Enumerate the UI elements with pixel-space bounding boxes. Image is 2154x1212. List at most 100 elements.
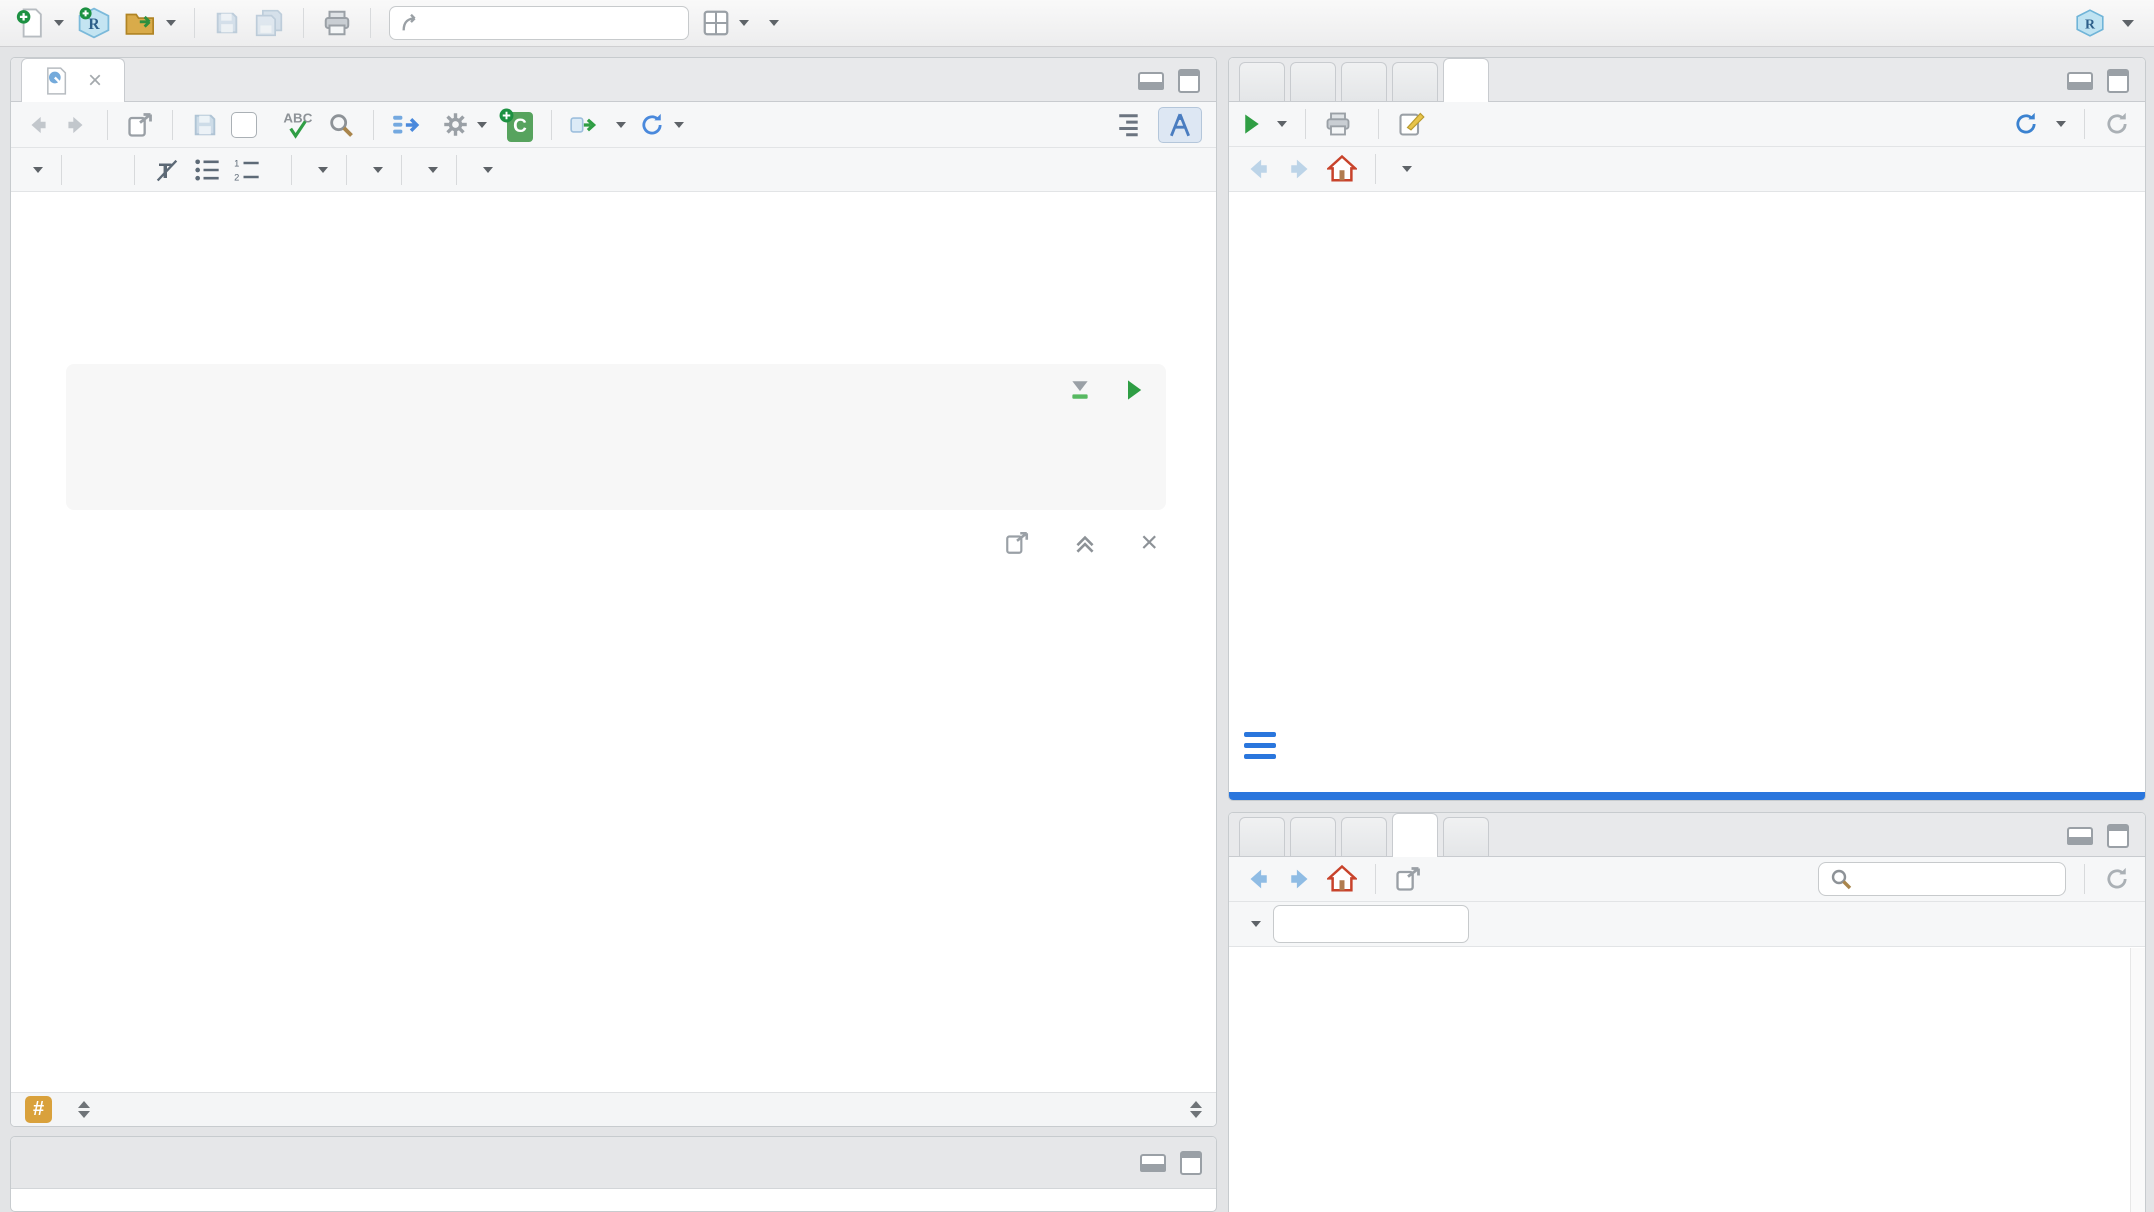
run-chunks-above-icon[interactable] bbox=[1068, 378, 1092, 402]
rerun-button[interactable] bbox=[638, 111, 684, 139]
tab-viewer[interactable] bbox=[1443, 817, 1489, 856]
tab-history[interactable] bbox=[1290, 62, 1336, 101]
tab-connections[interactable] bbox=[1341, 62, 1387, 101]
document-editor[interactable]: × bbox=[11, 192, 1216, 1092]
paragraph-style-menu[interactable] bbox=[25, 167, 43, 173]
numbered-list-icon[interactable]: 12 bbox=[233, 157, 261, 183]
render-button[interactable] bbox=[392, 112, 430, 138]
help-search-box[interactable] bbox=[1818, 862, 2066, 896]
outline-updown-icon[interactable] bbox=[78, 1101, 90, 1118]
search-icon[interactable] bbox=[327, 111, 355, 139]
console-pane bbox=[10, 1136, 1217, 1212]
outline-icon[interactable] bbox=[1110, 112, 1140, 138]
tab-plots[interactable] bbox=[1290, 817, 1336, 856]
env-maximize-icon[interactable] bbox=[2107, 69, 2129, 93]
present-button[interactable] bbox=[1243, 112, 1287, 136]
editor-toolbar: ABC C bbox=[11, 102, 1216, 148]
help-refresh-icon[interactable] bbox=[2103, 865, 2131, 893]
help-topic-selector[interactable] bbox=[1243, 921, 1261, 927]
print-presentation-button[interactable] bbox=[1324, 110, 1360, 138]
env-minimize-icon[interactable] bbox=[2067, 72, 2093, 90]
help-popout-icon[interactable] bbox=[1394, 865, 1422, 893]
doctype-updown-icon[interactable] bbox=[1190, 1101, 1202, 1118]
pane-layout-caret-icon bbox=[739, 20, 749, 26]
new-project-button[interactable]: R bbox=[76, 5, 112, 41]
table-menu[interactable] bbox=[475, 167, 493, 173]
save-button[interactable] bbox=[213, 9, 241, 37]
save-icon[interactable] bbox=[191, 111, 219, 139]
render-options-button[interactable] bbox=[442, 111, 487, 138]
maximize-pane-icon[interactable] bbox=[1178, 69, 1200, 93]
edit-presentation-button[interactable] bbox=[1397, 110, 1433, 138]
slide-home-icon[interactable] bbox=[1327, 154, 1357, 184]
output-collapse-icon[interactable] bbox=[1072, 530, 1098, 556]
addins-menu[interactable] bbox=[761, 20, 779, 26]
goto-file-search[interactable] bbox=[389, 6, 689, 40]
forward-icon[interactable] bbox=[63, 112, 89, 138]
format-menu-caret-icon bbox=[318, 167, 328, 173]
tab-tutorial[interactable] bbox=[1392, 62, 1438, 101]
console-minimize-icon[interactable] bbox=[1140, 1154, 1166, 1172]
svg-text:1: 1 bbox=[234, 158, 239, 168]
help-minimize-icon[interactable] bbox=[2067, 827, 2093, 845]
console-maximize-icon[interactable] bbox=[1180, 1151, 1202, 1175]
publish-button[interactable] bbox=[2012, 110, 2066, 138]
help-scrollbar[interactable] bbox=[2130, 948, 2145, 1212]
slide-forward-icon[interactable] bbox=[1285, 154, 1315, 184]
open-file-button[interactable] bbox=[124, 8, 176, 38]
save-all-button[interactable] bbox=[253, 8, 285, 38]
slide-menu-icon[interactable] bbox=[1244, 732, 1276, 759]
new-project-icon: R bbox=[76, 5, 112, 41]
open-file-caret-icon bbox=[166, 20, 176, 26]
insert-chunk-button[interactable]: C bbox=[499, 108, 533, 142]
print-button[interactable] bbox=[322, 8, 352, 38]
bullet-list-icon[interactable] bbox=[193, 157, 221, 183]
help-maximize-icon[interactable] bbox=[2107, 824, 2129, 848]
output-popout-icon[interactable] bbox=[1004, 530, 1030, 556]
project-cube-icon: R bbox=[2074, 7, 2106, 39]
run-chunk-icon[interactable] bbox=[1124, 378, 1144, 402]
presentation-nav-bar bbox=[1229, 147, 2145, 192]
help-search-input[interactable] bbox=[1861, 865, 2055, 893]
insert-menu-caret-icon bbox=[373, 167, 383, 173]
pane-layout-button[interactable] bbox=[701, 8, 749, 38]
output-close-icon[interactable]: × bbox=[1140, 528, 1158, 558]
tab-mpg-qmd[interactable]: × bbox=[21, 58, 125, 102]
rstudio-window: R R bbox=[0, 0, 2154, 1212]
slide-back-icon[interactable] bbox=[1243, 154, 1273, 184]
popout-icon[interactable] bbox=[126, 111, 154, 139]
help-pane bbox=[1228, 812, 2146, 1212]
project-menu[interactable]: R bbox=[2074, 7, 2134, 39]
visual-editor-toggle[interactable] bbox=[1158, 107, 1202, 143]
refresh-presentation-icon[interactable] bbox=[2103, 110, 2131, 138]
tab-packages[interactable] bbox=[1341, 817, 1387, 856]
reference-menu[interactable] bbox=[420, 167, 438, 173]
clear-formatting-icon[interactable]: TT bbox=[153, 156, 181, 184]
render-on-save-checkbox[interactable] bbox=[231, 112, 257, 138]
minimize-pane-icon[interactable] bbox=[1138, 72, 1164, 90]
help-home-icon[interactable] bbox=[1327, 864, 1357, 894]
slide-selector[interactable] bbox=[1394, 166, 1412, 172]
mpg-scatter-plot bbox=[71, 563, 1171, 1092]
tab-help[interactable] bbox=[1392, 813, 1438, 857]
find-in-topic-input[interactable] bbox=[1273, 905, 1469, 943]
run-button[interactable] bbox=[570, 113, 626, 137]
tab-environment[interactable] bbox=[1239, 62, 1285, 101]
render-icon bbox=[392, 112, 422, 138]
spellcheck-icon[interactable]: ABC bbox=[281, 109, 315, 141]
goto-file-input[interactable] bbox=[432, 9, 678, 38]
help-search-icon bbox=[1829, 867, 1853, 891]
r-code-chunk[interactable] bbox=[66, 364, 1166, 510]
presentation-slide bbox=[1229, 192, 2145, 792]
help-back-icon[interactable] bbox=[1243, 864, 1273, 894]
insert-menu[interactable] bbox=[365, 167, 383, 173]
quarto-doc-icon bbox=[44, 67, 68, 95]
tab-presentation[interactable] bbox=[1443, 58, 1489, 102]
tab-close-icon[interactable]: × bbox=[88, 69, 102, 93]
format-toolbar: TT 12 bbox=[11, 148, 1216, 192]
help-forward-icon[interactable] bbox=[1285, 864, 1315, 894]
tab-files[interactable] bbox=[1239, 817, 1285, 856]
new-file-caret-icon bbox=[54, 20, 64, 26]
new-file-button[interactable] bbox=[16, 7, 64, 39]
format-menu[interactable] bbox=[310, 167, 328, 173]
